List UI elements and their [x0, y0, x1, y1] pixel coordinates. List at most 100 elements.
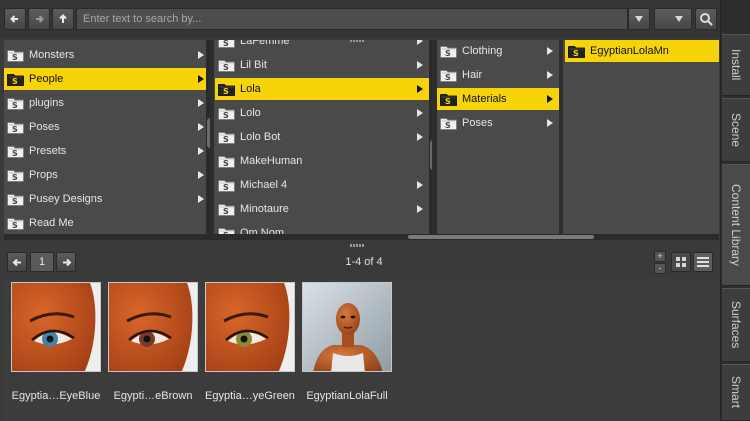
folder-label: Poses [29, 121, 60, 133]
magnifier-icon [700, 13, 713, 26]
folder-row[interactable]: S Read Me [4, 212, 210, 234]
folder-icon: S [440, 94, 457, 106]
grid-view-button[interactable] [671, 252, 691, 272]
splitter-handle[interactable] [350, 244, 364, 247]
folder-row[interactable]: S Monsters [4, 44, 210, 66]
svg-text:S: S [573, 49, 579, 58]
tab-label: Scene [729, 112, 743, 148]
folder-icon: S [440, 70, 457, 82]
arrow-right-icon [62, 258, 71, 266]
horizontal-scrollbar[interactable] [4, 234, 719, 240]
folder-icon: S [440, 46, 457, 58]
search-button[interactable] [695, 8, 717, 30]
back-button[interactable] [4, 8, 26, 30]
filter-dropdown[interactable] [628, 8, 650, 30]
pane-tab-strip: Install Scene Content Library Surfaces S… [720, 0, 750, 421]
asset-thumbnail[interactable] [11, 282, 101, 372]
tab-scene[interactable]: Scene [722, 98, 750, 162]
folder-icon: S [7, 98, 24, 110]
tab-smart[interactable]: Smart [722, 364, 750, 421]
folder-row[interactable]: S Lolo Bot [215, 126, 429, 148]
list-view-button[interactable] [693, 252, 713, 272]
folder-icon: S [7, 194, 24, 206]
arrow-left-icon [10, 15, 18, 23]
svg-text:S: S [223, 135, 229, 144]
folder-row[interactable]: S Lolo [215, 102, 429, 124]
svg-text:S: S [223, 111, 229, 120]
folder-row[interactable]: S MakeHuman [215, 150, 429, 172]
folder-label: Presets [29, 145, 67, 157]
folder-row[interactable]: S Michael 4 [215, 174, 429, 196]
folder-row[interactable]: S Presets [4, 140, 210, 162]
folder-icon: S [7, 170, 24, 182]
folder-row[interactable]: S Pusey Designs [4, 188, 210, 210]
folder-row[interactable]: S EgyptianLolaMn [565, 40, 719, 62]
zoom-in-button[interactable]: + [654, 251, 666, 262]
folder-label: People [29, 73, 64, 85]
folder-icon: S [218, 204, 235, 216]
figure-preview-image [303, 283, 391, 371]
folder-icon: S [440, 118, 457, 130]
folder-row[interactable]: S Props [4, 164, 210, 186]
svg-text:S: S [12, 77, 18, 86]
folder-browser: S Monsters S People S plugins S Poses S … [4, 40, 719, 240]
folder-icon: S [7, 50, 24, 62]
svg-text:S: S [223, 159, 229, 168]
grid-view-icon [676, 257, 686, 267]
folder-label: Monsters [29, 49, 75, 61]
svg-text:S: S [12, 125, 18, 134]
folder-icon: S [218, 228, 235, 234]
folder-row[interactable]: S Poses [437, 112, 559, 134]
search-options-dropdown[interactable] [654, 8, 692, 30]
folder-row[interactable]: S Lil Bit [215, 54, 429, 76]
svg-text:S: S [12, 173, 18, 182]
search-input[interactable] [76, 8, 628, 30]
arrow-up-icon [59, 14, 67, 23]
folder-label: Materials [462, 93, 507, 105]
folder-row[interactable]: S Clothing [437, 40, 559, 62]
folder-row[interactable]: S Hair [437, 64, 559, 86]
expand-arrow-icon [417, 181, 423, 189]
svg-text:S: S [445, 121, 451, 130]
folder-row[interactable]: S Poses [4, 116, 210, 138]
folder-row[interactable]: S People [4, 68, 210, 90]
folder-icon: S [218, 180, 235, 192]
expand-arrow-icon [417, 40, 423, 45]
asset-thumbnail[interactable] [108, 282, 198, 372]
zoom-out-button[interactable]: - [654, 263, 666, 274]
svg-text:S: S [223, 183, 229, 192]
folder-row[interactable]: S LaFemme [215, 40, 429, 52]
asset-thumbnail[interactable] [205, 282, 295, 372]
arrow-left-icon [12, 258, 21, 266]
tab-install[interactable]: Install [722, 34, 750, 96]
chevron-down-icon [635, 16, 643, 22]
tab-surfaces[interactable]: Surfaces [722, 288, 750, 362]
folder-row[interactable]: S Om Nom [215, 222, 429, 234]
tab-label: Content Library [729, 183, 743, 267]
tab-content-library[interactable]: Content Library [722, 164, 750, 286]
folder-row[interactable]: S Materials [437, 88, 559, 110]
folder-label: Poses [462, 117, 493, 129]
expand-arrow-icon [198, 99, 204, 107]
folder-row[interactable]: S Lola [215, 78, 429, 100]
tab-label: Install [729, 49, 743, 81]
folder-row[interactable]: S Minotaure [215, 198, 429, 220]
page-number[interactable]: 1 [30, 252, 54, 272]
tab-label: Smart [729, 376, 743, 409]
expand-arrow-icon [417, 205, 423, 213]
prev-page-button[interactable] [7, 252, 27, 272]
up-button[interactable] [52, 8, 74, 30]
expand-arrow-icon [198, 147, 204, 155]
eye-preview-image [12, 283, 100, 371]
expand-arrow-icon [417, 109, 423, 117]
svg-text:S: S [445, 49, 451, 58]
svg-text:S: S [12, 101, 18, 110]
folder-label: Hair [462, 69, 483, 81]
asset-grid: Egyptia…EyeBlue Egypti…eBrown Egyptia…ye… [4, 278, 719, 421]
next-page-button[interactable] [56, 252, 76, 272]
forward-button[interactable] [28, 8, 50, 30]
expand-arrow-icon [198, 195, 204, 203]
asset-thumbnail[interactable] [302, 282, 392, 372]
folder-row[interactable]: S plugins [4, 92, 210, 114]
folder-label: Props [29, 169, 58, 181]
